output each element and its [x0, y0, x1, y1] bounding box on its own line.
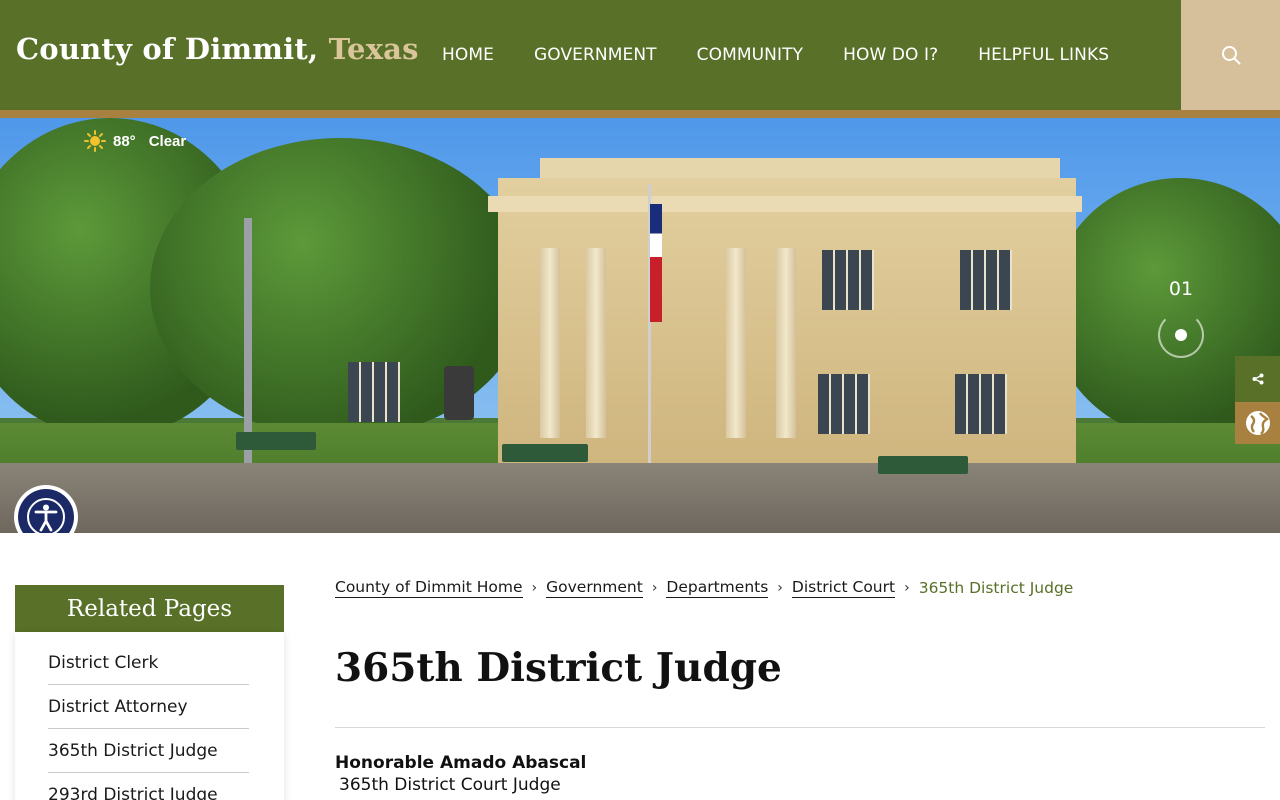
related-pages-heading: Related Pages	[15, 585, 284, 632]
flag	[650, 204, 662, 322]
share-button[interactable]	[1235, 356, 1280, 402]
translate-button[interactable]	[1235, 402, 1280, 444]
accessibility-icon	[27, 498, 65, 533]
site-header: County of Dimmit, Texas HOME GOVERNMENT …	[0, 0, 1280, 110]
hero-banner: 88° Clear 01	[0, 118, 1280, 533]
courthouse-window	[960, 250, 1012, 310]
bench	[878, 456, 968, 474]
courthouse-column	[776, 248, 796, 438]
bench	[236, 432, 316, 450]
courthouse-window	[822, 250, 874, 310]
judge-role: 365th District Court Judge	[339, 775, 561, 795]
slide-indicator-button[interactable]	[1158, 312, 1204, 358]
header-stripe	[0, 110, 1280, 118]
breadcrumb-departments[interactable]: Departments	[666, 578, 769, 598]
breadcrumb-district-court[interactable]: District Court	[791, 578, 896, 598]
weather-widget[interactable]: 88° Clear	[84, 130, 186, 152]
courthouse-column	[540, 248, 560, 438]
site-title[interactable]: County of Dimmit, Texas	[16, 32, 419, 66]
nav-how-do-i[interactable]: HOW DO I?	[823, 45, 958, 65]
bench	[502, 444, 588, 462]
related-item-365th-district-judge[interactable]: 365th District Judge	[48, 729, 249, 773]
slide-dot-icon	[1175, 329, 1187, 341]
accessibility-button-inner	[18, 489, 74, 533]
nav-helpful-links[interactable]: HELPFUL LINKS	[958, 45, 1129, 65]
judge-name: Honorable Amado Abascal	[335, 753, 587, 773]
breadcrumb: County of Dimmit Home › Government › Dep…	[335, 578, 1073, 598]
hero-road	[0, 463, 1280, 533]
breadcrumb-government[interactable]: Government	[546, 578, 643, 598]
main-nav: HOME GOVERNMENT COMMUNITY HOW DO I? HELP…	[422, 0, 1129, 110]
breadcrumb-chevron-icon: ›	[651, 580, 658, 596]
courthouse-window	[818, 374, 870, 434]
courthouse-column	[726, 248, 746, 438]
breadcrumb-chevron-icon: ›	[531, 580, 538, 596]
site-title-main: County of Dimmit,	[16, 32, 319, 66]
related-item-district-attorney[interactable]: District Attorney	[48, 685, 249, 729]
globe-icon	[1245, 411, 1270, 435]
breadcrumb-chevron-icon: ›	[904, 580, 910, 596]
weather-condition: Clear	[148, 132, 187, 150]
historical-marker	[444, 366, 474, 420]
search-icon	[1221, 46, 1240, 65]
related-item-district-clerk[interactable]: District Clerk	[48, 632, 249, 685]
breadcrumb-home[interactable]: County of Dimmit Home	[335, 578, 523, 598]
page-title: 365th District Judge	[335, 645, 782, 691]
slide-number: 01	[1168, 278, 1194, 300]
related-item-293rd-district-judge[interactable]: 293rd District Judge	[48, 773, 249, 800]
courthouse-window	[955, 374, 1007, 434]
courthouse-window	[348, 362, 400, 422]
breadcrumb-chevron-icon: ›	[777, 580, 783, 596]
weather-temp: 88°	[113, 132, 136, 150]
nav-home[interactable]: HOME	[422, 45, 514, 65]
search-button[interactable]	[1181, 0, 1280, 110]
sun-icon	[84, 130, 106, 152]
courthouse-cornice	[488, 196, 1082, 212]
share-icon	[1252, 373, 1263, 385]
site-title-accent: Texas	[328, 32, 419, 66]
breadcrumb-current: 365th District Judge	[918, 579, 1074, 597]
courthouse-column	[586, 248, 606, 438]
related-pages-list: District Clerk District Attorney 365th D…	[15, 632, 284, 800]
title-divider	[335, 727, 1265, 728]
nav-community[interactable]: COMMUNITY	[677, 45, 823, 65]
nav-government[interactable]: GOVERNMENT	[514, 45, 677, 65]
